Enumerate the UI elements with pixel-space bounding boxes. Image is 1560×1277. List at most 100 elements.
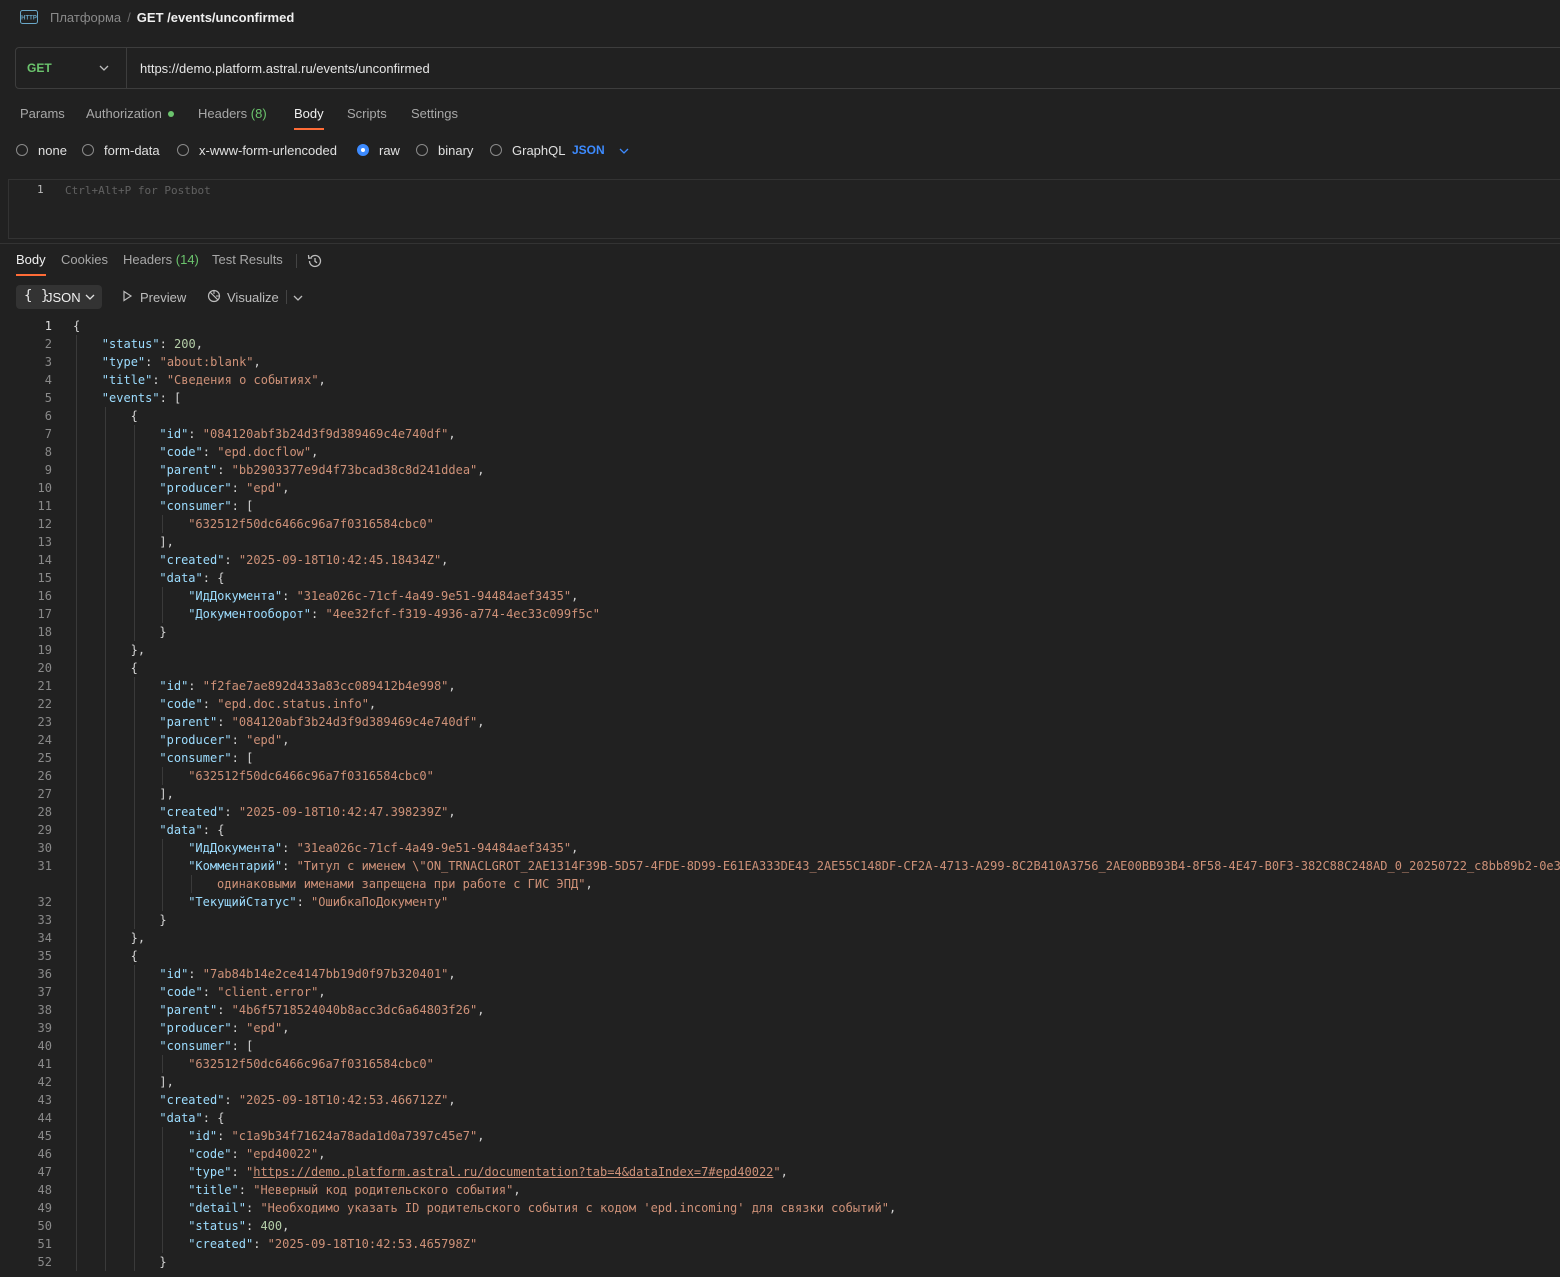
history-icon[interactable] [306, 252, 324, 270]
code-text: "consumer": [ [159, 749, 253, 767]
response-tab-test-results[interactable]: Test Results [212, 252, 283, 267]
preview-button[interactable]: Preview [123, 290, 186, 305]
code-line: 43 "created": "2025-09-18T10:42:53.466712… [0, 1091, 1560, 1109]
chevron-down-icon[interactable] [292, 292, 304, 304]
code-line: 8 "code": "epd.docflow", [0, 443, 1560, 461]
radio-selected-icon [357, 144, 369, 156]
url-bar: GET https://demo.platform.astral.ru/even… [15, 47, 1560, 89]
radio-circle-icon [16, 144, 28, 156]
visualize-button[interactable]: Visualize [207, 289, 279, 305]
line-number: 7 [44, 427, 52, 441]
code-text: "ИдДокумента": "31ea026c-71cf-4a49-9e51-… [188, 839, 578, 857]
tab-params[interactable]: Params [20, 106, 65, 121]
code-text: "consumer": [ [159, 1037, 253, 1055]
code-text: "producer": "epd", [159, 731, 289, 749]
body-language-select[interactable]: JSON [572, 143, 629, 157]
url-input[interactable]: https://demo.platform.astral.ru/events/u… [140, 61, 430, 76]
code-token: "epd" [246, 481, 283, 495]
tab-headers[interactable]: Headers (8) [198, 106, 267, 121]
code-token: : [202, 985, 218, 999]
radio-raw-label: raw [379, 143, 400, 158]
code-text: ], [159, 1073, 173, 1091]
code-text: "id": "c1a9b34f71624a78ada1d0a7397c45e7"… [188, 1127, 484, 1145]
code-text: "632512f50dc6466c96a7f0316584cbc0" [188, 767, 434, 785]
code-token: "created" [188, 1237, 254, 1251]
code-text: { [131, 659, 138, 677]
code-token: "Комментарий" [188, 859, 283, 873]
response-tab-body[interactable]: Body [16, 252, 46, 276]
code-token: "4ee32fcf-f319-4936-a774-4ec33c099f5c" [325, 607, 601, 621]
pane-divider[interactable] [0, 243, 1560, 244]
code-token: { [73, 319, 81, 333]
code-line: 32 "ТекущийСтатус": "ОшибкаПоДокументу" [0, 893, 1560, 911]
code-token: "ОшибкаПоДокументу" [311, 895, 449, 909]
response-tab-headers[interactable]: Headers (14) [123, 252, 199, 267]
code-token: "epd.doc.status.info" [217, 697, 369, 711]
editor-line-number: 1 [37, 183, 44, 196]
code-token: : [224, 553, 239, 567]
code-text: "created": "2025-09-18T10:42:45.18434Z", [159, 551, 448, 569]
code-token: : [231, 733, 247, 747]
line-number: 33 [37, 913, 52, 927]
code-line: 37 "code": "client.error", [0, 983, 1560, 1001]
code-token: { [130, 949, 138, 963]
tab-headers-label: Headers [198, 106, 248, 121]
radio-circle-icon [416, 144, 428, 156]
response-tab-cookies[interactable]: Cookies [61, 252, 108, 267]
code-token: "status" [101, 337, 160, 351]
breadcrumb: Платформа / GET /events/unconfirmed [50, 10, 294, 25]
response-body-viewer[interactable]: 1{2 "status": 200, 3 "type": "about:blank",… [0, 317, 1560, 1277]
chevron-down-icon [99, 65, 109, 71]
line-number: 26 [37, 769, 52, 783]
tab-settings[interactable]: Settings [411, 106, 458, 121]
code-token: "data" [159, 1111, 203, 1125]
code-line: 30 "ИдДокумента": "31ea026c-71cf-4a49-9e5… [0, 839, 1560, 857]
code-token: "parent" [159, 715, 218, 729]
code-line: 34}, [0, 929, 1560, 947]
line-number: 1 [44, 319, 52, 333]
code-token: "type" [188, 1165, 232, 1179]
tab-authorization[interactable]: Authorization [86, 106, 174, 121]
line-number: 45 [37, 1129, 52, 1143]
code-link[interactable]: https://demo.platform.astral.ru/document… [253, 1165, 773, 1179]
tab-body[interactable]: Body [294, 106, 324, 130]
code-line: 10 "producer": "epd", [0, 479, 1560, 497]
code-token: }, [130, 931, 146, 945]
code-token: : [ [159, 391, 182, 405]
code-text: { [131, 947, 138, 965]
code-token: "about:blank" [159, 355, 254, 369]
breadcrumb-request-name[interactable]: GET /events/unconfirmed [137, 10, 294, 25]
code-token: "status" [188, 1219, 246, 1233]
code-line: 39 "producer": "epd", [0, 1019, 1560, 1037]
format-select-button[interactable]: { } JSON [16, 285, 102, 309]
code-text: "code": "epd.doc.status.info", [159, 695, 376, 713]
line-number: 27 [37, 787, 52, 801]
visualize-icon [207, 289, 221, 303]
code-token: , [448, 967, 456, 981]
code-text: "producer": "epd", [159, 1019, 289, 1037]
method-select[interactable]: GET [16, 48, 127, 88]
code-text: "consumer": [ [159, 497, 253, 515]
breadcrumb-workspace[interactable]: Платформа [50, 10, 121, 25]
code-token: "id" [159, 427, 189, 441]
code-token: "code" [159, 985, 203, 999]
code-line: 52} [0, 1253, 1560, 1271]
indent-guide [162, 1127, 164, 1253]
code-token: : [253, 1237, 268, 1251]
tab-scripts[interactable]: Scripts [347, 106, 387, 121]
code-line: 35 { [0, 947, 1560, 965]
code-token: "created" [159, 805, 225, 819]
code-token: "title" [101, 373, 153, 387]
indent-guide [133, 425, 135, 641]
code-token: "created" [159, 1093, 225, 1107]
code-line: 49 "detail": "Необходимо указать ID родит… [0, 1199, 1560, 1217]
line-number: 40 [37, 1039, 52, 1053]
radio-graphql-label: GraphQL [512, 143, 566, 158]
code-line: 17 "Документооборот": "4ee32fcf-f319-4936… [0, 605, 1560, 623]
request-body-editor[interactable]: 1 Ctrl+Alt+P for Postbot [8, 179, 1560, 239]
code-line: 19}, [0, 641, 1560, 659]
response-tab-body-label: Body [16, 252, 46, 267]
line-number: 50 [37, 1219, 52, 1233]
line-number: 6 [44, 409, 52, 423]
code-token: "4b6f5718524040b8acc3dc6a64803f26" [231, 1003, 478, 1017]
